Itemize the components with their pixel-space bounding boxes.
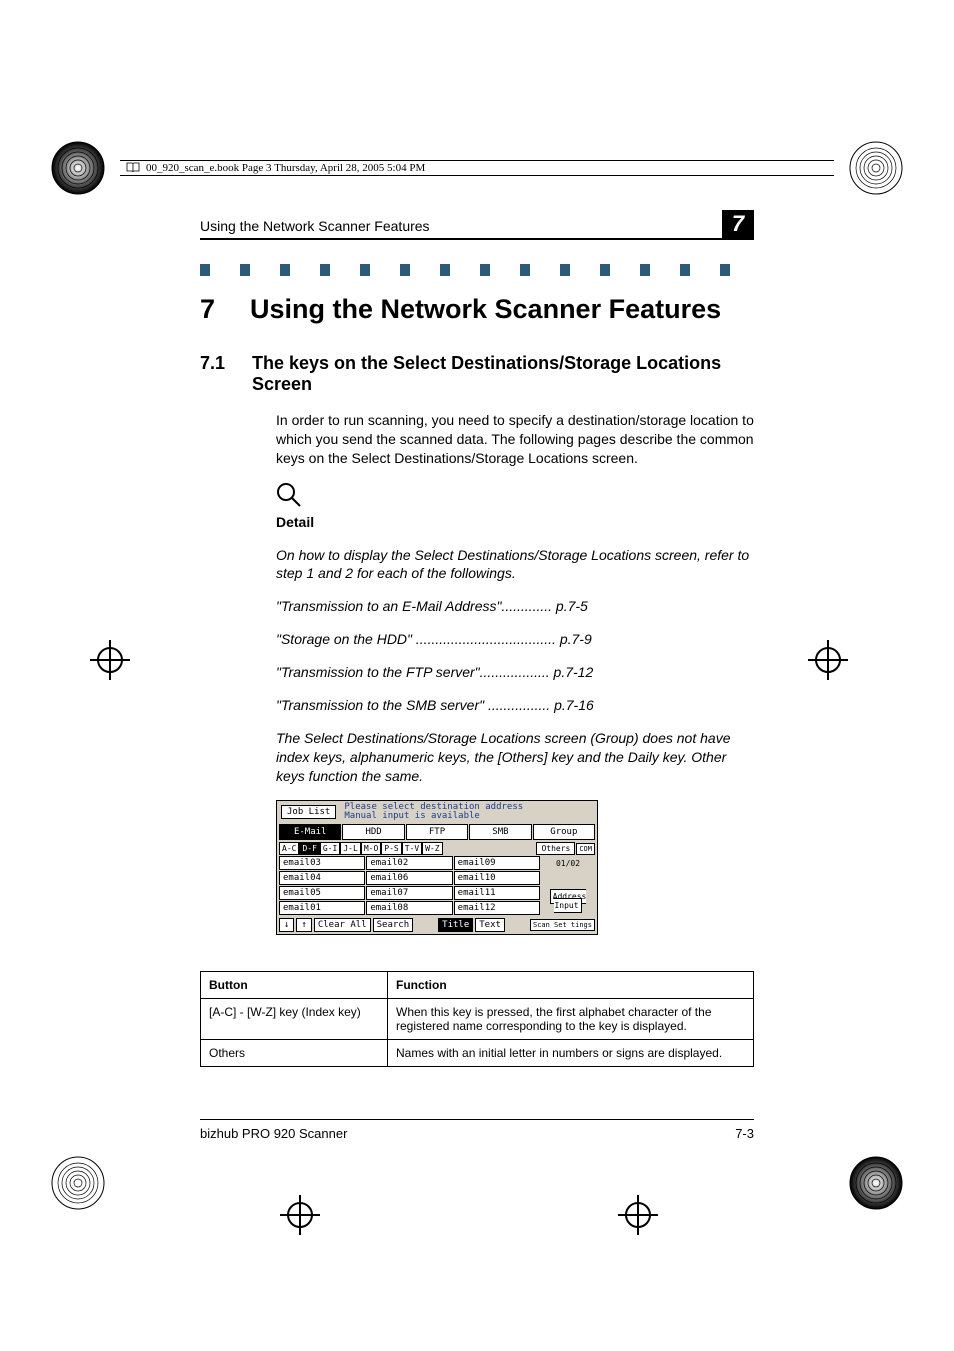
cell-function: Names with an initial letter in numbers … <box>388 1040 754 1067</box>
chapter-heading: 7 Using the Network Scanner Features <box>200 294 754 325</box>
text-toggle[interactable]: Text <box>475 918 505 932</box>
file-header-text: 00_920_scan_e.book Page 3 Thursday, Apri… <box>146 162 425 174</box>
dest-entry[interactable]: email02 <box>366 856 452 870</box>
chapter-tab: 7 <box>722 210 754 238</box>
page-indicator: 01/02 <box>541 859 595 868</box>
index-key-jl[interactable]: J-L <box>340 842 360 855</box>
dest-entry[interactable]: email04 <box>279 871 365 885</box>
intro-paragraph: In order to run scanning, you need to sp… <box>276 411 754 468</box>
section-number: 7.1 <box>200 353 228 395</box>
scan-settings-button[interactable]: Scan Set tings <box>530 919 595 931</box>
section-heading: 7.1 The keys on the Select Destinations/… <box>200 353 754 395</box>
register-mark-bl <box>50 1155 106 1211</box>
section-title: The keys on the Select Destinations/Stor… <box>252 353 754 395</box>
com-key[interactable]: COM <box>576 843 595 855</box>
table-row: [A-C] - [W-Z] key (Index key) When this … <box>201 999 754 1040</box>
running-head: Using the Network Scanner Features 7 <box>200 210 754 240</box>
tab-group[interactable]: Group <box>533 824 595 840</box>
ref-line-4: "Transmission to the SMB server" .......… <box>276 696 754 715</box>
crosshair-br <box>618 1195 674 1251</box>
chapter-title: Using the Network Scanner Features <box>250 294 721 325</box>
ref-line-1: "Transmission to an E-Mail Address".....… <box>276 597 754 616</box>
cell-button: Others <box>201 1040 388 1067</box>
chapter-number: 7 <box>200 294 220 325</box>
others-key[interactable]: Others <box>536 842 575 855</box>
panel-message: Please select destination addressManual … <box>344 803 523 822</box>
key-function-table: Button Function [A-C] - [W-Z] key (Index… <box>200 971 754 1067</box>
page-up-button[interactable]: ↑ <box>296 918 311 932</box>
clear-all-button[interactable]: Clear All <box>314 918 371 932</box>
footer-product: bizhub PRO 920 Scanner <box>200 1126 347 1141</box>
title-toggle[interactable]: Title <box>438 918 473 932</box>
register-mark-tl <box>50 140 106 196</box>
file-header: 00_920_scan_e.book Page 3 Thursday, Apri… <box>120 160 834 176</box>
dest-entry[interactable]: email11 <box>454 886 540 900</box>
decorative-gradient-bar <box>200 264 754 276</box>
dest-entry[interactable]: email03 <box>279 856 365 870</box>
dest-entry[interactable]: email08 <box>366 901 452 915</box>
crosshair-left <box>90 640 146 696</box>
index-key-tv[interactable]: T-V <box>402 842 422 855</box>
dest-entry[interactable]: email05 <box>279 886 365 900</box>
th-function: Function <box>388 972 754 999</box>
crosshair-right <box>808 640 864 696</box>
dest-entry[interactable]: email07 <box>366 886 452 900</box>
index-key-wz[interactable]: W-Z <box>422 842 442 855</box>
dest-entry[interactable]: email12 <box>454 901 540 915</box>
crosshair-bl <box>280 1195 336 1251</box>
detail-icon <box>276 482 754 511</box>
register-mark-br <box>848 1155 904 1211</box>
book-icon <box>126 162 140 174</box>
page-footer: bizhub PRO 920 Scanner 7-3 <box>200 1119 754 1141</box>
footer-page-number: 7-3 <box>735 1126 754 1141</box>
address-input-button[interactable]: Address Input <box>550 889 587 913</box>
note-paragraph: The Select Destinations/Storage Location… <box>276 729 754 786</box>
index-key-mo[interactable]: M-O <box>361 842 381 855</box>
table-row: Others Names with an initial letter in n… <box>201 1040 754 1067</box>
cell-button: [A-C] - [W-Z] key (Index key) <box>201 999 388 1040</box>
index-key-df[interactable]: D-F <box>299 842 319 855</box>
tab-hdd[interactable]: HDD <box>342 824 404 840</box>
job-list-button[interactable]: Job List <box>281 805 336 819</box>
cell-function: When this key is pressed, the first alph… <box>388 999 754 1040</box>
destinations-panel: Job List Please select destination addre… <box>276 800 598 936</box>
tab-email[interactable]: E-Mail <box>279 824 341 840</box>
index-keys: A-C D-F G-I J-L M-O P-S T-V W-Z Others C… <box>277 840 597 855</box>
register-mark-tr <box>848 140 904 196</box>
page-down-button[interactable]: ↓ <box>279 918 294 932</box>
ref-line-2: "Storage on the HDD" ...................… <box>276 630 754 649</box>
ref-line-3: "Transmission to the FTP server"........… <box>276 663 754 682</box>
index-key-ac[interactable]: A-C <box>279 842 299 855</box>
index-key-gi[interactable]: G-I <box>320 842 340 855</box>
detail-text: On how to display the Select Destination… <box>276 546 754 584</box>
tab-smb[interactable]: SMB <box>469 824 531 840</box>
dest-entry[interactable]: email01 <box>279 901 365 915</box>
detail-label: Detail <box>276 513 754 532</box>
index-key-ps[interactable]: P-S <box>381 842 401 855</box>
th-button: Button <box>201 972 388 999</box>
tab-ftp[interactable]: FTP <box>406 824 468 840</box>
search-button[interactable]: Search <box>373 918 414 932</box>
dest-entry[interactable]: email09 <box>454 856 540 870</box>
dest-entry[interactable]: email10 <box>454 871 540 885</box>
destination-tabs: E-Mail HDD FTP SMB Group <box>277 824 597 840</box>
dest-entry[interactable]: email06 <box>366 871 452 885</box>
running-head-title: Using the Network Scanner Features <box>200 218 430 234</box>
